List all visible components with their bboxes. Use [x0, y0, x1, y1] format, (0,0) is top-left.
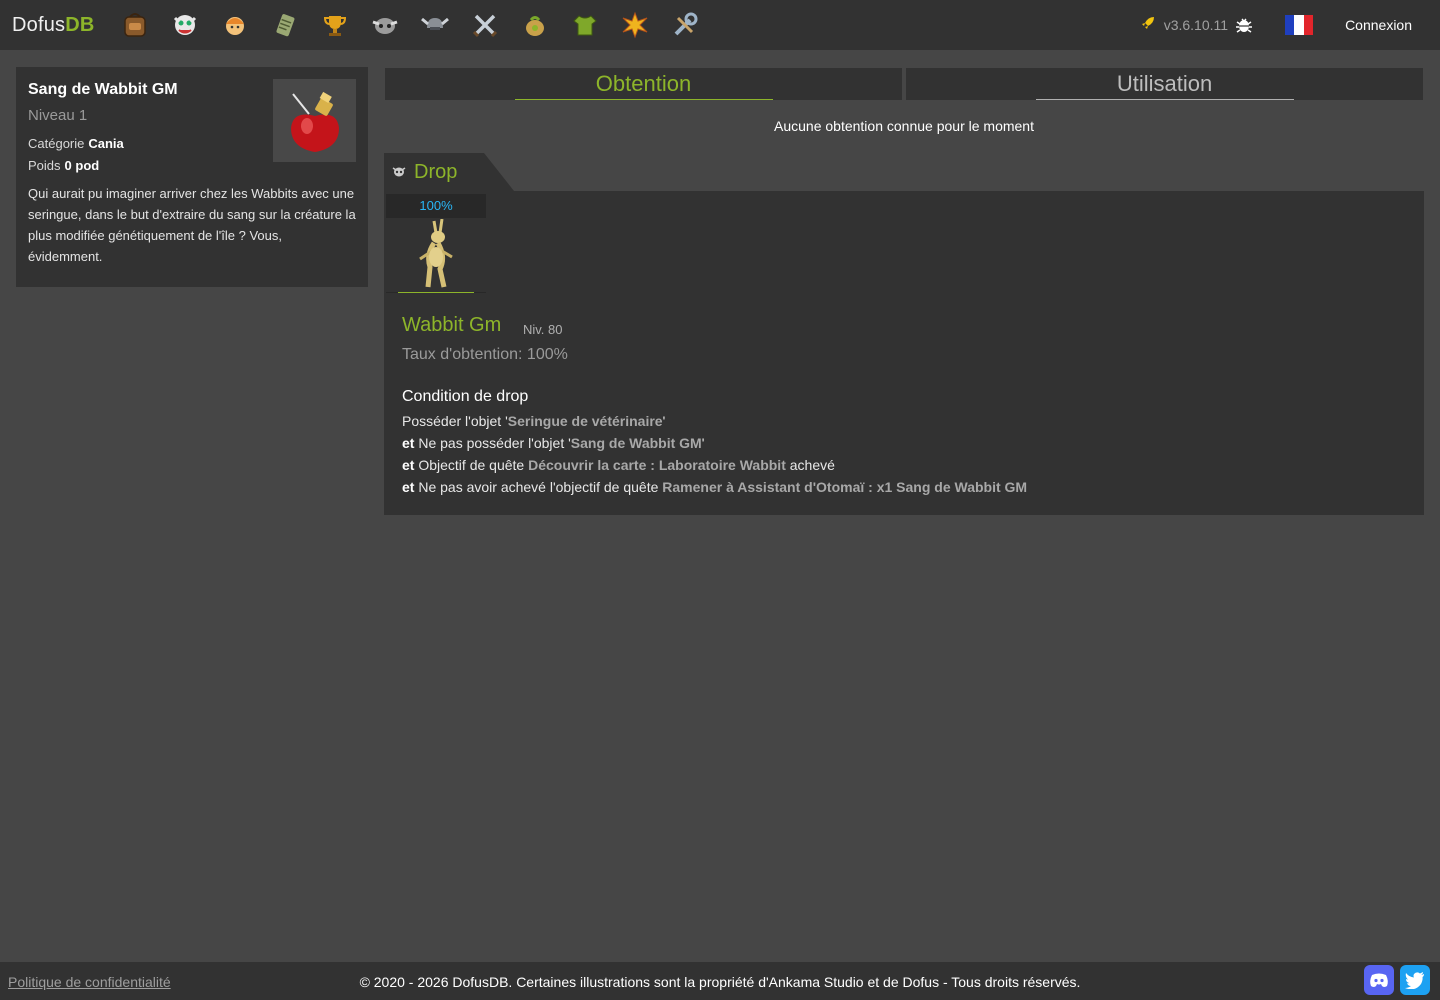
monster-name-link[interactable]: Wabbit Gm — [402, 314, 501, 337]
header-tools: v3.6.10.11 Connexion — [1140, 0, 1440, 50]
bag-icon[interactable] — [517, 7, 553, 43]
site-logo[interactable]: DofusDB — [12, 14, 95, 37]
shirt-icon[interactable] — [567, 7, 603, 43]
top-navbar: DofusDB v3.6.10.11 Connexion — [0, 0, 1440, 50]
item-image — [273, 79, 356, 162]
item-category-value: Cania — [88, 136, 124, 151]
tab-obtention[interactable]: Obtention — [385, 68, 902, 100]
copyright-text: © 2020 - 2026 DofusDB. Certaines illustr… — [359, 974, 1081, 990]
version-label: v3.6.10.11 — [1163, 17, 1229, 33]
trophy-icon[interactable] — [317, 7, 353, 43]
discord-icon[interactable] — [1364, 965, 1394, 995]
explosion-icon[interactable] — [617, 7, 653, 43]
item-description: Qui aurait pu imaginer arriver chez les … — [28, 186, 356, 264]
drop-title: Drop — [414, 161, 458, 183]
skull-icon — [392, 165, 406, 179]
condition-line: Posséder l'objet 'Seringue de vétérinair… — [402, 413, 666, 429]
item-card: Sang de Wabbit GM Niveau 1 Catégorie Cani… — [16, 67, 368, 287]
footer: © 2020 - 2026 DofusDB. Certaines illustr… — [0, 962, 1440, 1000]
rocket-icon — [1140, 15, 1156, 36]
helmet-icon[interactable] — [417, 7, 453, 43]
scroll-icon[interactable] — [267, 7, 303, 43]
privacy-policy-link[interactable]: Politique de confidentialité — [8, 974, 171, 990]
wabbit-monster-icon — [419, 219, 453, 288]
item-weight-value: 0 pod — [64, 158, 100, 173]
boss-icon[interactable] — [367, 7, 403, 43]
condition-line: et Ne pas avoir achevé l'objectif de quê… — [402, 479, 1028, 495]
blood-vial-icon — [290, 91, 339, 152]
character-icon[interactable] — [217, 7, 253, 43]
login-button[interactable]: Connexion — [1345, 17, 1412, 33]
drop-rate-text: Taux d'obtention: 100% — [402, 346, 568, 363]
bug-report-icon[interactable] — [1235, 16, 1253, 34]
monster-level: Niv. 80 — [523, 322, 563, 337]
backpack-icon[interactable] — [117, 7, 153, 43]
monster-image — [386, 218, 486, 292]
drop-rate-badge: 100% — [419, 198, 453, 213]
twitter-icon[interactable] — [1400, 965, 1430, 995]
drop-condition-title: Condition de drop — [402, 388, 529, 405]
nav-icon-bar — [117, 7, 703, 43]
condition-line: et Ne pas posséder l'objet 'Sang de Wabb… — [402, 435, 705, 451]
language-flag-fr[interactable] — [1285, 15, 1314, 35]
swords-icon[interactable] — [467, 7, 503, 43]
drop-condition-list: Posséder l'objet 'Seringue de vétérinair… — [402, 410, 1027, 498]
condition-line: et Objectif de quête Découvrir la carte … — [402, 457, 835, 473]
tab-utilisation[interactable]: Utilisation — [906, 68, 1423, 100]
drop-panel: 100% Wabbit Gm Niv. 80 Taux d'obtention:… — [384, 191, 1424, 515]
tools-icon[interactable] — [667, 7, 703, 43]
drop-section-header: Drop — [384, 153, 514, 191]
social-links — [1364, 965, 1430, 995]
monster-card[interactable]: 100% — [386, 194, 486, 293]
no-obtention-notice: Aucune obtention connue pour le moment — [774, 118, 1034, 134]
monster-icon[interactable] — [167, 7, 203, 43]
